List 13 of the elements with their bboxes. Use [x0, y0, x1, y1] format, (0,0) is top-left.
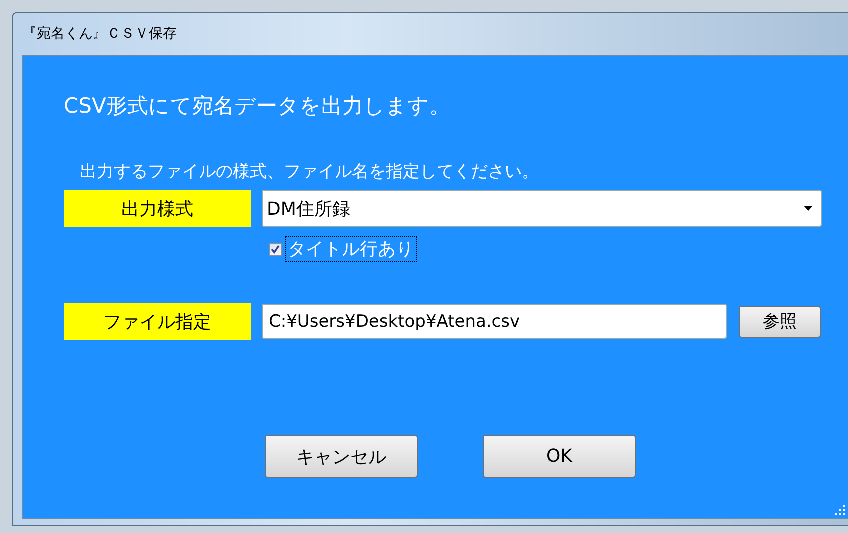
checkbox[interactable] — [269, 242, 282, 256]
dialog-button[interactable]: キャンセル — [265, 435, 418, 478]
file-path-field[interactable]: C:¥Users¥Desktop¥Atena.csv — [262, 304, 727, 339]
dialog-button[interactable]: OK — [483, 435, 636, 478]
field-label: ファイル指定 — [64, 303, 251, 340]
field-label: 出力様式 — [64, 190, 251, 227]
caret-icon — [804, 206, 813, 211]
resize-grip-icon[interactable] — [835, 505, 845, 515]
heading: CSV形式にて宛名データを出力します。 — [64, 93, 452, 120]
window-title: 『宛名くん』ＣＳＶ保存 — [23, 25, 177, 43]
format-dropdown[interactable]: DM住所録 — [262, 190, 822, 227]
browse-button[interactable]: 参照 — [739, 306, 821, 338]
instruction-text: 出力するファイルの様式、ファイル名を指定してください。 — [80, 161, 540, 182]
